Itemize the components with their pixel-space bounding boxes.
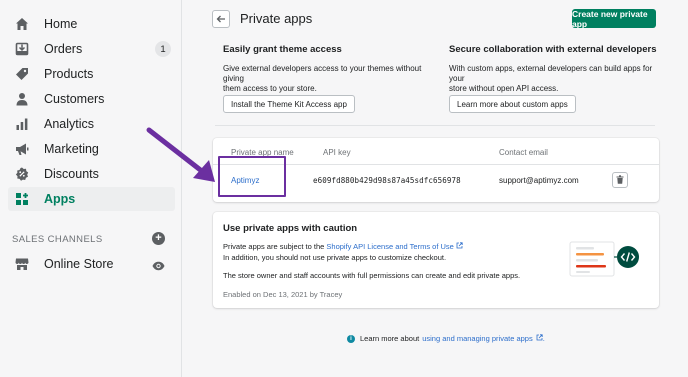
card-text-line: Give external developers access to your … [223,64,422,83]
footer-text: Learn more about [360,334,420,343]
eye-icon[interactable] [152,258,165,276]
sidebar-item-online-store[interactable]: Online Store [8,252,175,276]
discount-icon [14,166,30,182]
store-icon [14,256,30,272]
managing-private-apps-link[interactable]: using and managing private apps [422,334,533,343]
column-header-email: Contact email [499,148,548,157]
sidebar-item-label: Customers [44,92,105,106]
api-key-value: e609fd880b429d98s87a45sdfc656978 [313,176,461,185]
sidebar-item-label: Marketing [44,142,99,156]
add-sales-channel-button[interactable]: + [152,232,165,245]
sidebar-item-orders[interactable]: Orders 1 [8,37,175,61]
sidebar-item-label: Analytics [44,117,95,131]
card-text-line: With custom apps, external developers ca… [449,64,653,83]
external-link-icon [536,334,543,343]
learn-more-footer: i Learn more about using and managing pr… [347,334,545,343]
caution-text-line: In addition, you should not use private … [223,253,447,262]
learn-custom-apps-button[interactable]: Learn more about custom apps [449,95,576,113]
card-title: Use private apps with caution [223,223,358,234]
card-title: Easily grant theme access [223,44,342,55]
megaphone-icon [14,141,30,157]
sidebar-item-label: Home [44,17,78,31]
sidebar-item-customers[interactable]: Customers [8,87,175,111]
sidebar-item-label: Online Store [44,257,114,271]
page-title: Private apps [240,11,313,26]
caution-text-line: The store owner and staff accounts with … [223,271,521,280]
api-license-link[interactable]: Shopify API License and Terms of Use [326,242,453,251]
caution-text-line: Private apps are subject to the Shopify … [223,242,463,251]
caution-text: Private apps are subject to the [223,242,327,251]
annotation-arrow-icon [145,126,217,189]
sidebar-item-label: Products [44,67,94,81]
home-icon [14,16,30,32]
annotation-highlight-box [218,156,286,197]
person-icon [14,91,30,107]
sidebar-item-label: Apps [44,192,76,206]
sidebar-item-label: Discounts [44,167,99,181]
card-text-line: store without open API access. [449,84,559,93]
analytics-icon [14,116,30,132]
enabled-timestamp: Enabled on Dec 13, 2021 by Tracey [223,290,343,299]
caution-card: Use private apps with caution Private ap… [213,212,659,308]
sidebar-item-label: Orders [44,42,83,56]
divider [215,125,655,126]
card-title: Secure collaboration with external devel… [449,44,657,55]
code-document-illustration [568,236,644,289]
sidebar-item-products[interactable]: Products [8,62,175,86]
install-theme-kit-button[interactable]: Install the Theme Kit Access app [223,95,355,113]
orders-count-badge: 1 [155,41,171,57]
orders-icon [14,41,30,57]
arrow-left-icon [216,10,226,28]
external-link-icon [456,242,463,251]
sales-channels-heading: SALES CHANNELS [12,234,103,245]
sidebar-item-apps[interactable]: Apps [8,187,175,211]
apps-icon [14,191,30,207]
delete-app-button[interactable] [612,172,628,188]
info-icon: i [347,334,355,343]
tag-icon [14,66,30,82]
trash-icon [616,171,624,189]
column-header-api-key: API key [323,148,351,157]
sidebar-item-home[interactable]: Home [8,12,175,36]
back-button[interactable] [212,10,230,28]
card-text-line: them access to your store. [223,84,317,93]
create-private-app-button[interactable]: Create new private app [572,9,656,29]
contact-email-value: support@aptimyz.com [499,176,579,185]
